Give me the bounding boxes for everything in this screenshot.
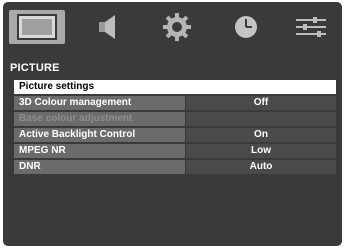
menu-item-value: On: [186, 128, 336, 142]
clock-icon: [235, 16, 257, 38]
menu-item-dnr[interactable]: DNR Auto: [14, 160, 336, 174]
menu-item-base-colour-adjustment: Base colour adjustment: [14, 112, 336, 126]
menu-item-label: Base colour adjustment: [14, 112, 185, 126]
tab-setup[interactable]: [160, 10, 194, 44]
settings-menu: Picture settings 3D Colour management Of…: [14, 80, 336, 176]
tab-sound[interactable]: [97, 10, 123, 44]
menu-tab-bar: [3, 2, 342, 54]
menu-item-value: Low: [186, 144, 336, 158]
options-icon: [296, 17, 326, 37]
menu-item-3d-colour-management[interactable]: 3D Colour management Off: [14, 96, 336, 110]
menu-item-value: [186, 112, 336, 126]
tab-timer[interactable]: [229, 10, 263, 44]
menu-item-mpeg-nr[interactable]: MPEG NR Low: [14, 144, 336, 158]
menu-item-label: MPEG NR: [14, 144, 185, 158]
menu-item-label: 3D Colour management: [14, 96, 185, 110]
gear-icon: [163, 13, 191, 41]
tab-options[interactable]: [293, 10, 329, 44]
tv-menu-panel: PICTURE Picture settings 3D Colour manag…: [3, 2, 342, 246]
menu-item-value: Auto: [186, 160, 336, 174]
menu-item-label: DNR: [14, 160, 185, 174]
menu-item-picture-settings[interactable]: Picture settings: [14, 80, 336, 94]
picture-icon: [17, 14, 57, 40]
speaker-icon: [99, 15, 115, 39]
menu-item-label: Picture settings: [14, 80, 336, 94]
section-title: PICTURE: [10, 62, 60, 74]
menu-item-active-backlight-control[interactable]: Active Backlight Control On: [14, 128, 336, 142]
menu-item-label: Active Backlight Control: [14, 128, 185, 142]
menu-item-value: Off: [186, 96, 336, 110]
tab-picture[interactable]: [9, 10, 65, 44]
